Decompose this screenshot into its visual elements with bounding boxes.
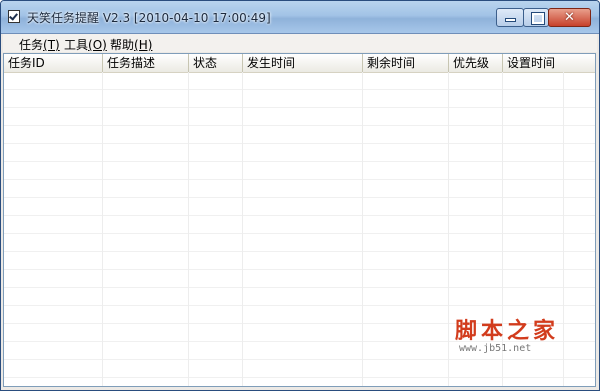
list-header: 任务ID 任务描述 状态 发生时间 剩余时间 优先级 设置时间 xyxy=(4,54,595,73)
menu-help[interactable]: 帮助(H) xyxy=(110,36,152,53)
column-header-occur-time[interactable]: 发生时间 xyxy=(243,54,363,72)
window-title: 天笑任务提醒 V2.3 [2010-04-10 17:00:49] xyxy=(27,11,271,25)
column-header-task-desc[interactable]: 任务描述 xyxy=(103,54,189,72)
main-window: 天笑任务提醒 V2.3 [2010-04-10 17:00:49] ✕ 任务(T… xyxy=(0,0,600,391)
column-divider xyxy=(188,72,189,386)
maximize-icon xyxy=(531,12,545,25)
maximize-button[interactable] xyxy=(523,8,549,27)
menu-help-label: 帮助 xyxy=(110,38,135,52)
column-divider xyxy=(242,72,243,386)
column-header-status[interactable]: 状态 xyxy=(189,54,243,72)
watermark-url: www.jb51.net xyxy=(459,343,532,354)
column-header-priority[interactable]: 优先级 xyxy=(449,54,503,72)
close-icon: ✕ xyxy=(564,10,575,25)
column-header-remaining-time[interactable]: 剩余时间 xyxy=(363,54,449,72)
menu-task-label: 任务 xyxy=(19,38,44,52)
title-bar[interactable]: 天笑任务提醒 V2.3 [2010-04-10 17:00:49] ✕ xyxy=(1,1,599,34)
column-header-set-time[interactable]: 设置时间 xyxy=(503,54,595,72)
menu-tools-label: 工具 xyxy=(64,38,89,52)
minimize-button[interactable] xyxy=(496,8,524,27)
column-divider xyxy=(102,72,103,386)
column-divider xyxy=(362,72,363,386)
app-checkbox-icon[interactable] xyxy=(8,10,20,23)
menu-tools[interactable]: 工具(O) xyxy=(64,36,107,53)
close-button[interactable]: ✕ xyxy=(548,8,591,27)
menu-bar: 任务(T) 工具(O) 帮助(H) xyxy=(3,34,597,52)
menu-task-accel: (T) xyxy=(43,38,60,52)
watermark-logo: 脚本之家 www.jb51.net xyxy=(455,319,559,355)
menu-tools-accel: (O) xyxy=(88,38,107,52)
menu-task[interactable]: 任务(T) xyxy=(19,36,60,53)
menu-help-accel: (H) xyxy=(134,38,153,52)
column-divider xyxy=(448,72,449,386)
column-header-task-id[interactable]: 任务ID xyxy=(4,54,103,72)
watermark-title: 脚本之家 xyxy=(455,318,560,344)
column-divider xyxy=(563,72,564,386)
minimize-icon xyxy=(506,19,515,21)
